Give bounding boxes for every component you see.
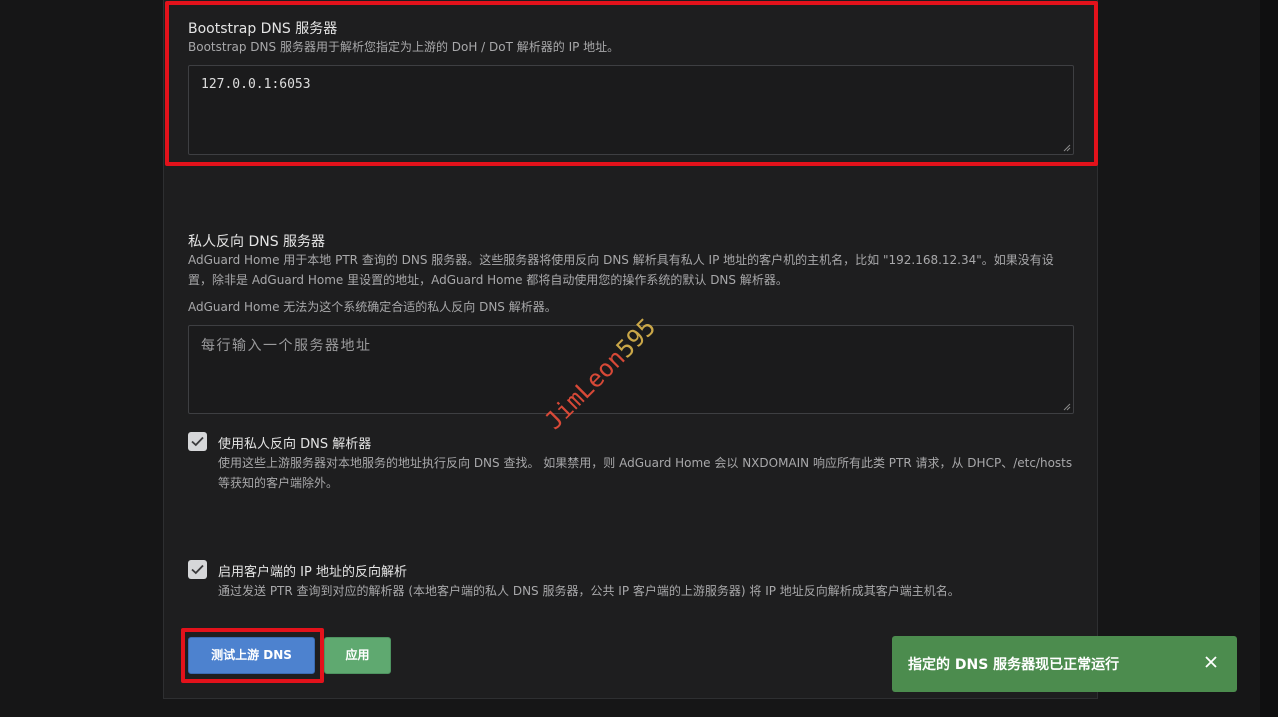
apply-button[interactable]: 应用: [324, 637, 391, 674]
scrollbar-track[interactable]: [1260, 0, 1278, 717]
resize-handle-icon[interactable]: [1062, 143, 1071, 152]
close-icon[interactable]: [1205, 656, 1217, 668]
bootstrap-dns-value: 127.0.0.1:6053: [201, 77, 311, 92]
private-reverse-dns-description: AdGuard Home 用于本地 PTR 查询的 DNS 服务器。这些服务器将…: [188, 253, 1054, 287]
use-private-resolvers-label[interactable]: 使用私人反向 DNS 解析器: [218, 433, 371, 452]
toast-message: 指定的 DNS 服务器现已正常运行: [908, 657, 1120, 673]
test-upstream-button[interactable]: 测试上游 DNS: [188, 637, 315, 674]
page: Bootstrap DNS 服务器 Bootstrap DNS 服务器用于解析您…: [0, 0, 1278, 717]
success-toast: 指定的 DNS 服务器现已正常运行: [892, 636, 1237, 692]
private-reverse-dns-title: 私人反向 DNS 服务器: [188, 234, 326, 250]
reverse-resolve-clients-checkbox[interactable]: [188, 560, 207, 579]
bootstrap-dns-title: Bootstrap DNS 服务器: [188, 21, 338, 37]
use-private-resolvers-checkbox[interactable]: [188, 432, 207, 451]
checkmark-icon: [191, 436, 204, 447]
checkmark-icon: [191, 564, 204, 575]
bootstrap-dns-description: Bootstrap DNS 服务器用于解析您指定为上游的 DoH / DoT 解…: [188, 40, 620, 54]
private-reverse-dns-placeholder: 每行输入一个服务器地址: [201, 338, 372, 354]
reverse-resolve-clients-label[interactable]: 启用客户端的 IP 地址的反向解析: [218, 561, 407, 580]
bootstrap-dns-textarea[interactable]: 127.0.0.1:6053: [188, 65, 1074, 155]
reverse-resolve-clients-description: 通过发送 PTR 查询到对应的解析器 (本地客户端的私人 DNS 服务器，公共 …: [218, 584, 960, 598]
use-private-resolvers-description: 使用这些上游服务器对本地服务的地址执行反向 DNS 查找。 如果禁用，则 AdG…: [218, 456, 1073, 490]
resize-handle-icon[interactable]: [1062, 402, 1071, 411]
private-reverse-dns-note: AdGuard Home 无法为这个系统确定合适的私人反向 DNS 解析器。: [188, 300, 557, 314]
